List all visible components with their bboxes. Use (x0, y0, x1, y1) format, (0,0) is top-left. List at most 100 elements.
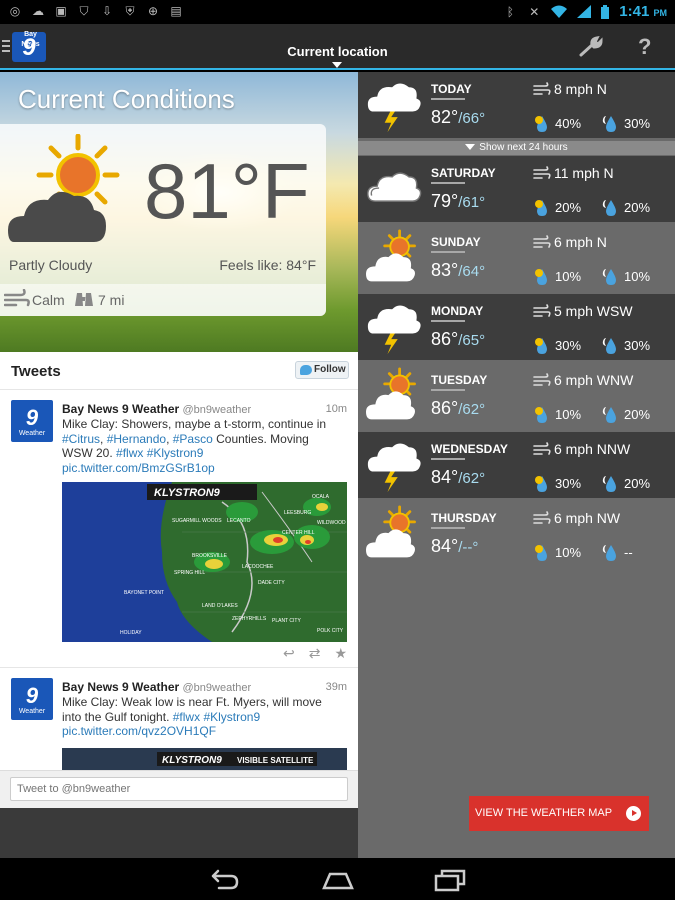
notification-icons: ◎ ☁ ▣ ⛉ ⇩ ⛨ ⊕ ▤ (8, 4, 183, 18)
tweet-author[interactable]: Bay News 9 Weather @bn9weather (62, 402, 251, 416)
forecast-day-wednesday[interactable]: WEDNESDAY 84°/62° 6 mph NNW 30% 20% (358, 432, 675, 498)
wind-icon (533, 235, 551, 248)
night-rain-icon (602, 116, 616, 132)
location-selector[interactable]: Current location (250, 44, 425, 59)
battery-icon (601, 4, 610, 19)
day-precip-chance: 30% (555, 476, 582, 491)
avatar-number: 9 (25, 683, 39, 708)
binoculars-icon (75, 293, 93, 306)
settings-wrench-icon[interactable] (578, 36, 604, 58)
pic-link[interactable]: pic.twitter.com/BmzGSrB1op (62, 461, 215, 475)
favorite-icon[interactable]: ★ (334, 645, 347, 662)
retweet-icon[interactable]: ⇄ (309, 645, 321, 662)
day-divider (431, 527, 465, 529)
reply-icon[interactable]: ↩ (283, 645, 295, 662)
map-label: WILDWOOD (317, 520, 346, 526)
low-temp: /61° (458, 194, 486, 211)
partly-sunny-icon (366, 505, 416, 558)
app-root: ◎ ☁ ▣ ⛉ ⇩ ⛨ ⊕ ▤ ᛒ ✕ 1:41 PM Bay News 9 C… (0, 0, 675, 900)
high-temp: 83° (431, 260, 459, 280)
map-label: POLK CITY (317, 628, 344, 634)
day-precip-chance: 20% (555, 200, 582, 215)
recent-apps-icon[interactable] (432, 868, 468, 892)
forecast-day-monday[interactable]: MONDAY 86°/65° 5 mph WSW 30% 30% (358, 294, 675, 360)
day-temps: 82°/66° (431, 107, 485, 128)
follow-label: Follow (314, 364, 346, 375)
show-next-24-hours-button[interactable]: Show next 24 hours (358, 141, 675, 155)
pic-link[interactable]: pic.twitter.com/qvz2OVH1QF (62, 724, 216, 738)
hashtag-link[interactable]: #Pasco (173, 432, 213, 446)
hashtag-link[interactable]: #Hernando (107, 432, 166, 446)
hashtag-link[interactable]: #flwx (173, 710, 200, 724)
hashtag-link[interactable]: #Klystron9 (203, 710, 260, 724)
briefcase-check-icon: ▤ (170, 4, 182, 18)
wind-value: 5 mph WSW (554, 303, 633, 319)
home-icon[interactable] (320, 868, 356, 892)
forecast-day-today[interactable]: TODAY 82°/66° 8 mph N 40% 30% (358, 72, 675, 138)
current-temperature: 81°F (144, 147, 310, 235)
tweets-header: Tweets Follow (0, 352, 358, 390)
storm-cloud-icon (367, 83, 421, 133)
day-temps: 84°/--° (431, 536, 478, 557)
map-label: LAND O'LAKES (202, 603, 238, 609)
tweet-input[interactable] (10, 777, 348, 801)
night-rain-icon (602, 269, 616, 285)
day-temps: 79°/61° (431, 191, 485, 212)
map-label: HOLIDAY (120, 630, 142, 636)
action-bar: Bay News 9 Current location ? (0, 24, 675, 70)
follow-button[interactable]: Follow (295, 361, 349, 379)
day-divider (431, 182, 465, 184)
wind-icon (533, 304, 551, 317)
low-temp: /--° (458, 539, 479, 556)
radar-image[interactable]: KLYSTRON9 SUGARMILL WOODS LECANTO LEESBU… (62, 482, 347, 642)
forecast-day-tuesday[interactable]: TUESDAY 86°/62° 6 mph WNW 10% 20% (358, 363, 675, 429)
signal-icon (577, 5, 592, 18)
map-label: SUGARMILL WOODS (172, 518, 222, 524)
storm-cloud-icon (367, 443, 421, 493)
tweets-heading: Tweets (11, 363, 61, 380)
play-icon (626, 806, 641, 821)
hashtag-link[interactable]: #Klystron9 (147, 446, 204, 460)
high-temp: 82° (431, 107, 459, 127)
map-label: LACOOCHEE (242, 564, 274, 570)
tweet-text: Mike Clay: Showers, maybe a t-storm, con… (62, 417, 342, 475)
forecast-day-saturday[interactable]: SATURDAY 79°/61° 11 mph N 20% 20% (358, 156, 675, 222)
avatar[interactable]: 9 Weather (11, 678, 53, 720)
hashtag-link[interactable]: #flwx (116, 446, 143, 460)
day-rain-icon (535, 338, 547, 354)
tweet-item[interactable]: 9 Weather Bay News 9 Weather @bn9weather… (0, 390, 358, 668)
feels-like: Feels like: 84°F (219, 257, 316, 273)
navigation-bar (0, 858, 675, 900)
forecast-day-thursday[interactable]: THURSDAY 84°/--° 6 mph NW 10% -- (358, 501, 675, 567)
map-label: DADE CITY (258, 580, 285, 586)
view-weather-map-button[interactable]: VIEW THE WEATHER MAP (469, 796, 649, 831)
mute-icon: ✕ (529, 4, 540, 19)
map-label: BAYONET POINT (124, 590, 164, 596)
wind-icon (533, 442, 551, 455)
day-rain-icon (535, 545, 547, 561)
hashtag-link[interactable]: #Citrus (62, 432, 100, 446)
wind-value: 6 mph NNW (554, 441, 631, 457)
wind-value: 6 mph NW (554, 510, 621, 526)
location-dropdown-caret-icon[interactable] (332, 62, 342, 68)
wind-icon (4, 289, 30, 307)
satellite-image[interactable]: KLYSTRON9 VISIBLE SATELLITE (62, 748, 347, 772)
day-divider (431, 98, 465, 100)
tweet-item[interactable]: 9 Weather Bay News 9 Weather @bn9weather… (0, 668, 358, 772)
day-name: MONDAY (431, 304, 484, 318)
back-icon[interactable] (205, 868, 241, 892)
night-precip-chance: 20% (624, 407, 651, 422)
satellite-caption: VISIBLE SATELLITE (237, 756, 314, 765)
tweet-author[interactable]: Bay News 9 Weather @bn9weather (62, 680, 251, 694)
avatar[interactable]: 9 Weather (11, 400, 53, 442)
high-temp: 86° (431, 398, 459, 418)
current-conditions-card[interactable]: 81°F Partly Cloudy Feels like: 84°F Calm… (0, 124, 326, 316)
wind-icon (533, 373, 551, 386)
app-logo[interactable]: Bay News 9 (12, 31, 46, 62)
low-temp: /62° (458, 470, 486, 487)
forecast-day-sunday[interactable]: SUNDAY 83°/64° 6 mph N 10% 10% (358, 225, 675, 291)
bluetooth-icon: ᛒ (506, 4, 514, 19)
drawer-indicator[interactable] (2, 40, 10, 54)
help-icon[interactable]: ? (638, 34, 651, 60)
wind-value: 11 mph N (554, 165, 614, 181)
